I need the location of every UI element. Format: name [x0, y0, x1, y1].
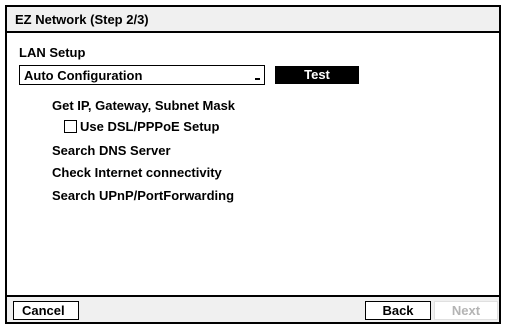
- dsl-pppoe-label: Use DSL/PPPoE Setup: [80, 119, 220, 134]
- step-check-internet: Check Internet connectivity: [52, 165, 222, 180]
- step-search-upnp: Search UPnP/PortForwarding: [52, 188, 235, 203]
- lan-mode-dropdown[interactable]: Auto Configuration: [19, 65, 265, 85]
- step-search-dns: Search DNS Server: [52, 143, 171, 158]
- lan-setup-label: LAN Setup: [19, 45, 86, 60]
- ez-network-dialog: EZ Network (Step 2/3) LAN Setup Auto Con…: [5, 5, 501, 324]
- dropdown-arrow-icon: [255, 78, 260, 80]
- title-bar: EZ Network (Step 2/3): [7, 7, 499, 33]
- back-button[interactable]: Back: [365, 301, 431, 320]
- test-button[interactable]: Test: [275, 66, 359, 84]
- dialog-title: EZ Network (Step 2/3): [15, 12, 149, 27]
- next-button[interactable]: Next: [434, 301, 498, 320]
- dsl-pppoe-checkbox[interactable]: [64, 120, 77, 133]
- cancel-button[interactable]: Cancel: [13, 301, 79, 320]
- button-bar: Cancel Back Next: [7, 295, 499, 322]
- step-get-ip: Get IP, Gateway, Subnet Mask: [52, 98, 236, 113]
- lan-mode-selected-value: Auto Configuration: [24, 68, 143, 83]
